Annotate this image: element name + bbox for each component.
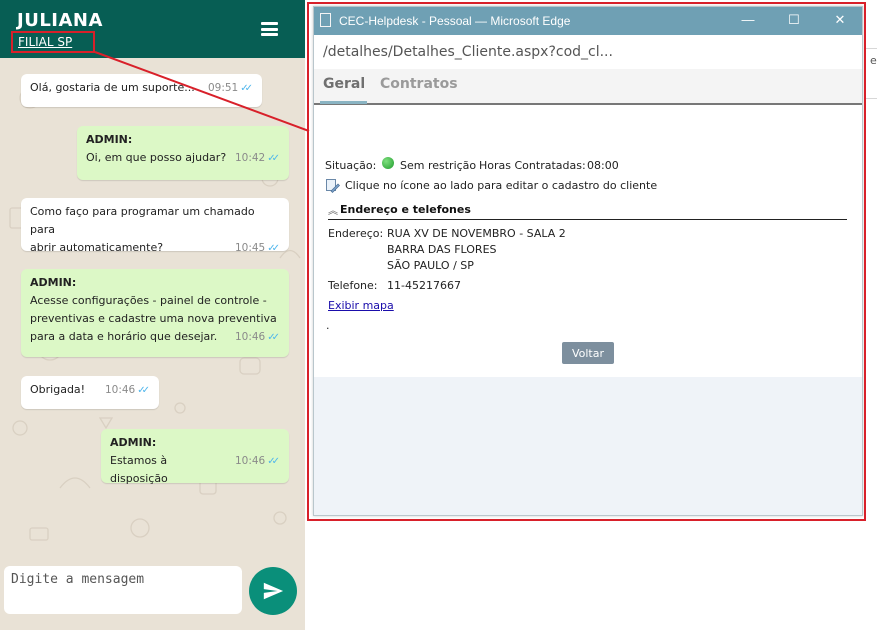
double-check-icon: ✓✓ [267, 153, 280, 164]
message-text: Olá, gostaria de um suporte... [30, 81, 195, 94]
message-text-line: Acesse configurações - painel de control… [30, 294, 267, 307]
message-time: 10:46 [234, 331, 266, 343]
message-author: ADMIN: [110, 436, 157, 449]
message-time: 10:45 [234, 242, 266, 254]
hamburger-menu-icon[interactable] [261, 22, 278, 36]
send-arrow-icon [263, 582, 284, 600]
chat-message: 10:46 ✓✓ Obrigada! [21, 376, 159, 409]
double-check-icon: ✓✓ [267, 332, 280, 343]
message-text: Obrigada! [30, 383, 86, 396]
message-text-line: Como faço para programar um chamado para [30, 205, 255, 236]
chat-message: Como faço para programar um chamado para… [21, 198, 289, 254]
message-text-line: para a data e horário que desejar. [30, 330, 218, 343]
chat-message: 09:51 ✓✓ Olá, gostaria de um suporte... [21, 74, 262, 107]
message-text: Estamos à disposição [110, 454, 168, 485]
double-check-icon: ✓✓ [267, 243, 280, 254]
message-text: Oi, em que posso ajudar? [86, 151, 227, 164]
chat-message: ADMIN: 10:42 ✓✓ Oi, em que posso ajudar? [77, 126, 289, 180]
message-author: ADMIN: [30, 276, 77, 289]
message-time: 09:51 [207, 82, 239, 94]
send-button[interactable] [249, 567, 297, 615]
contact-name: JULIANA [17, 10, 103, 31]
message-text-line: preventivas e cadastre uma nova preventi… [30, 312, 277, 325]
message-composer [4, 566, 242, 614]
message-time: 10:42 [234, 152, 266, 164]
chat-message: ADMIN: Acesse configurações - painel de … [21, 269, 289, 357]
callout-highlight-window [307, 2, 866, 521]
message-text-line: abrir automaticamente? [30, 241, 164, 254]
double-check-icon: ✓✓ [240, 83, 253, 94]
double-check-icon: ✓✓ [267, 456, 280, 467]
screen: JULIANA FILIAL SP 09:51 ✓✓ Olá, gostaria … [0, 0, 877, 630]
chat-message: ADMIN: 10:46 ✓✓ Estamos à disposição [101, 429, 289, 485]
message-time: 10:46 [234, 455, 266, 467]
background-page: e [866, 38, 877, 102]
message-time: 10:46 [104, 384, 136, 396]
double-check-icon: ✓✓ [137, 385, 150, 396]
message-author: ADMIN: [86, 133, 133, 146]
message-input[interactable] [11, 568, 239, 590]
chat-panel: JULIANA FILIAL SP 09:51 ✓✓ Olá, gostaria … [0, 0, 305, 630]
callout-highlight-subtitle [11, 31, 95, 53]
background-page-text: e [870, 54, 877, 67]
